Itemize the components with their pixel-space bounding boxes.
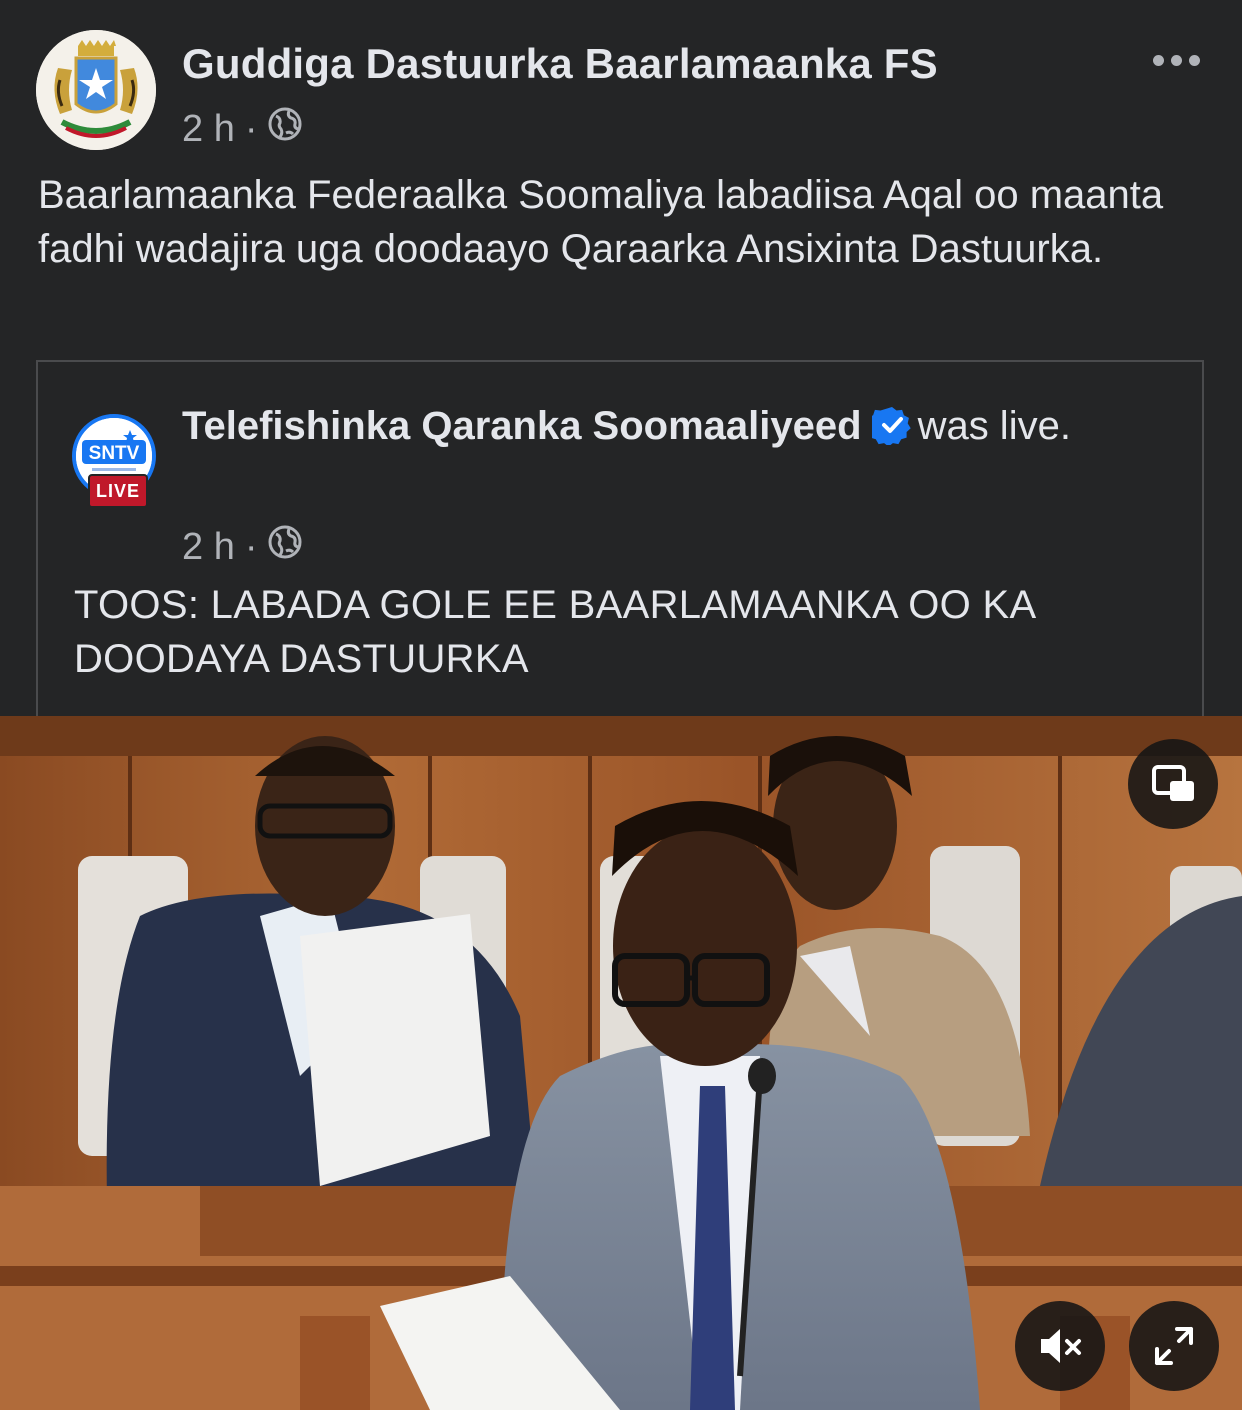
- post-meta: 2 h ·: [182, 104, 303, 154]
- shared-post-card[interactable]: SNTV LIVE Telefishinka Qaranka Soomaaliy…: [36, 360, 1204, 716]
- meta-separator: ·: [244, 525, 258, 568]
- sntv-logo-text: SNTV: [89, 443, 140, 464]
- live-video-player[interactable]: [0, 716, 1242, 1410]
- shared-post-meta: 2 h ·: [182, 522, 303, 572]
- shared-post-text: TOOS: LABADA GOLE EE BAARLAMAANKA OO KA …: [74, 583, 1035, 681]
- muted-speaker-icon[interactable]: [1015, 1301, 1105, 1391]
- post-timestamp[interactable]: 2 h: [182, 108, 235, 151]
- page-avatar[interactable]: [36, 30, 156, 150]
- globe-icon: [267, 524, 303, 570]
- shared-title: Telefishinka Qaranka Soomaaliyeed was li…: [182, 396, 1162, 462]
- live-badge: LIVE: [88, 474, 148, 508]
- globe-icon: [267, 106, 303, 152]
- page-name-link[interactable]: Guddiga Dastuurka Baarlamaanka FS: [182, 40, 938, 88]
- post-header: Guddiga Dastuurka Baarlamaanka FS 2 h ·: [0, 0, 1242, 170]
- expand-icon[interactable]: [1129, 1301, 1219, 1391]
- live-status-text: was live.: [917, 404, 1071, 448]
- shared-timestamp[interactable]: 2 h: [182, 526, 235, 569]
- verified-badge-icon: [865, 402, 912, 462]
- shared-page-name-link[interactable]: Telefishinka Qaranka Soomaaliyeed: [182, 404, 862, 448]
- picture-in-picture-icon[interactable]: [1128, 739, 1218, 829]
- post-caption: Baarlamaanka Federaalka Soomaliya labadi…: [38, 173, 1164, 271]
- more-horizontal-icon[interactable]: [1146, 42, 1206, 78]
- somalia-coat-of-arms-logo: [36, 30, 156, 150]
- meta-separator: ·: [244, 107, 258, 150]
